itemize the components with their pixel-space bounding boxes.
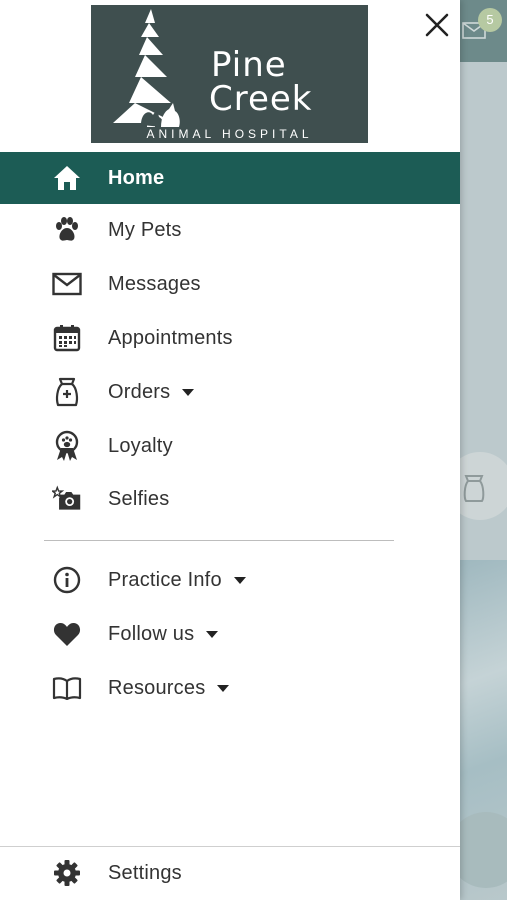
pet-food-bag-icon bbox=[463, 475, 485, 502]
award-ribbon-icon bbox=[52, 430, 82, 461]
info-icon bbox=[52, 565, 82, 595]
menu-item-my-pets[interactable]: My Pets bbox=[0, 204, 460, 256]
menu-label-orders: Orders bbox=[108, 381, 195, 404]
background-card bbox=[460, 452, 507, 520]
menu-label-my-pets: My Pets bbox=[108, 218, 182, 241]
menu-label-messages: Messages bbox=[108, 272, 201, 295]
pine-creek-logo: Pine Creek ANIMAL HOSPITAL bbox=[91, 5, 368, 143]
home-icon bbox=[52, 163, 82, 193]
menu-label-settings: Settings bbox=[108, 861, 182, 884]
menu-label-appointments: Appointments bbox=[108, 326, 233, 349]
gear-icon bbox=[52, 858, 82, 888]
menu-item-messages[interactable]: Messages bbox=[0, 258, 460, 310]
menu-item-practice-info[interactable]: Practice Info bbox=[0, 554, 460, 606]
chevron-down-icon bbox=[206, 630, 219, 638]
background-fab[interactable] bbox=[460, 812, 507, 888]
menu-item-home[interactable]: Home bbox=[0, 152, 460, 204]
navigation-drawer: Pine Creek ANIMAL HOSPITAL Home My Pets bbox=[0, 0, 460, 900]
menu-item-follow-us[interactable]: Follow us bbox=[0, 608, 460, 660]
menu-label-home: Home bbox=[108, 166, 165, 189]
calendar-icon bbox=[52, 323, 82, 353]
menu-item-resources[interactable]: Resources bbox=[0, 662, 460, 714]
menu-label-loyalty: Loyalty bbox=[108, 434, 173, 457]
paw-icon bbox=[52, 215, 82, 245]
camera-star-icon bbox=[52, 484, 82, 514]
menu-item-loyalty[interactable]: Loyalty bbox=[0, 420, 460, 472]
heart-icon bbox=[52, 619, 82, 649]
logo-line2: Creek bbox=[209, 79, 313, 119]
close-icon bbox=[425, 13, 449, 37]
menu-item-appointments[interactable]: Appointments bbox=[0, 312, 460, 364]
book-icon bbox=[52, 673, 82, 703]
background-app: 5 bbox=[460, 0, 507, 900]
menu-label-resources: Resources bbox=[108, 677, 230, 700]
logo-tagline: ANIMAL HOSPITAL bbox=[146, 127, 313, 141]
menu-item-orders[interactable]: Orders bbox=[0, 366, 460, 418]
menu-label-follow-us: Follow us bbox=[108, 623, 219, 646]
envelope-icon bbox=[52, 269, 82, 299]
pet-food-bag-icon bbox=[52, 377, 82, 407]
chevron-down-icon bbox=[217, 684, 230, 692]
menu-label-selfies: Selfies bbox=[108, 487, 170, 510]
close-button[interactable] bbox=[418, 6, 456, 44]
menu-divider bbox=[44, 540, 394, 541]
menu-item-settings[interactable]: Settings bbox=[0, 847, 460, 899]
chevron-down-icon bbox=[182, 388, 195, 396]
menu-item-selfies[interactable]: Selfies bbox=[0, 473, 460, 525]
background-header: 5 bbox=[460, 0, 507, 62]
mail-badge: 5 bbox=[478, 8, 502, 32]
menu-label-practice-info: Practice Info bbox=[108, 569, 246, 592]
chevron-down-icon bbox=[233, 576, 246, 584]
